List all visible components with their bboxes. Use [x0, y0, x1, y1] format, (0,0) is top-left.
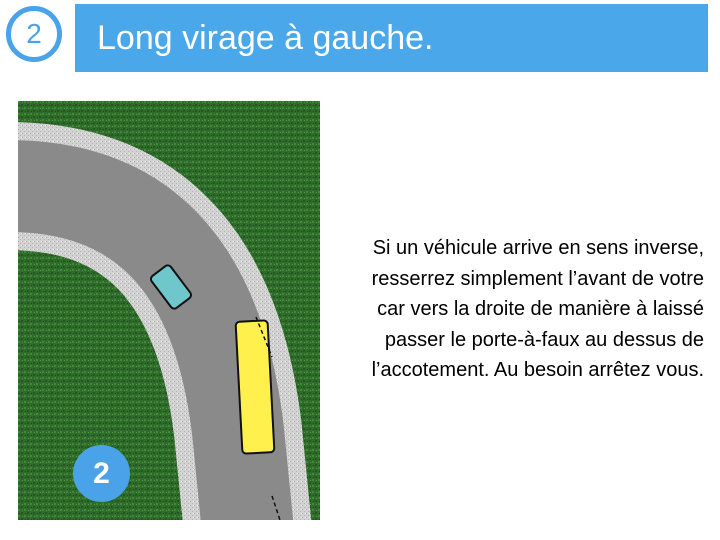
- instruction-line: l’accotement. Au besoin arrêtez vous.: [371, 359, 704, 381]
- step-number: 2: [26, 18, 42, 49]
- page-title: Long virage à gauche.: [97, 18, 434, 57]
- road-illustration: [18, 101, 320, 520]
- road-diagram: [18, 101, 320, 520]
- bus: [234, 319, 276, 455]
- instruction-line: resserrez simplement l’avant de votre: [371, 267, 704, 290]
- instruction-line: Si un véhicule arrive en sens inverse,: [372, 237, 704, 259]
- diagram-badge-number: 2: [93, 456, 110, 490]
- instruction-line: passer le porte-à-faux au dessus de: [384, 328, 704, 351]
- diagram-step-badge: 2: [73, 445, 130, 502]
- instruction-line: car vers la droite de manière à laissé: [377, 298, 704, 320]
- instruction-text: Si un véhicule arrive en sens inverse, r…: [330, 233, 704, 386]
- step-number-circle: 2: [6, 6, 62, 62]
- title-banner: Long virage à gauche.: [75, 4, 708, 72]
